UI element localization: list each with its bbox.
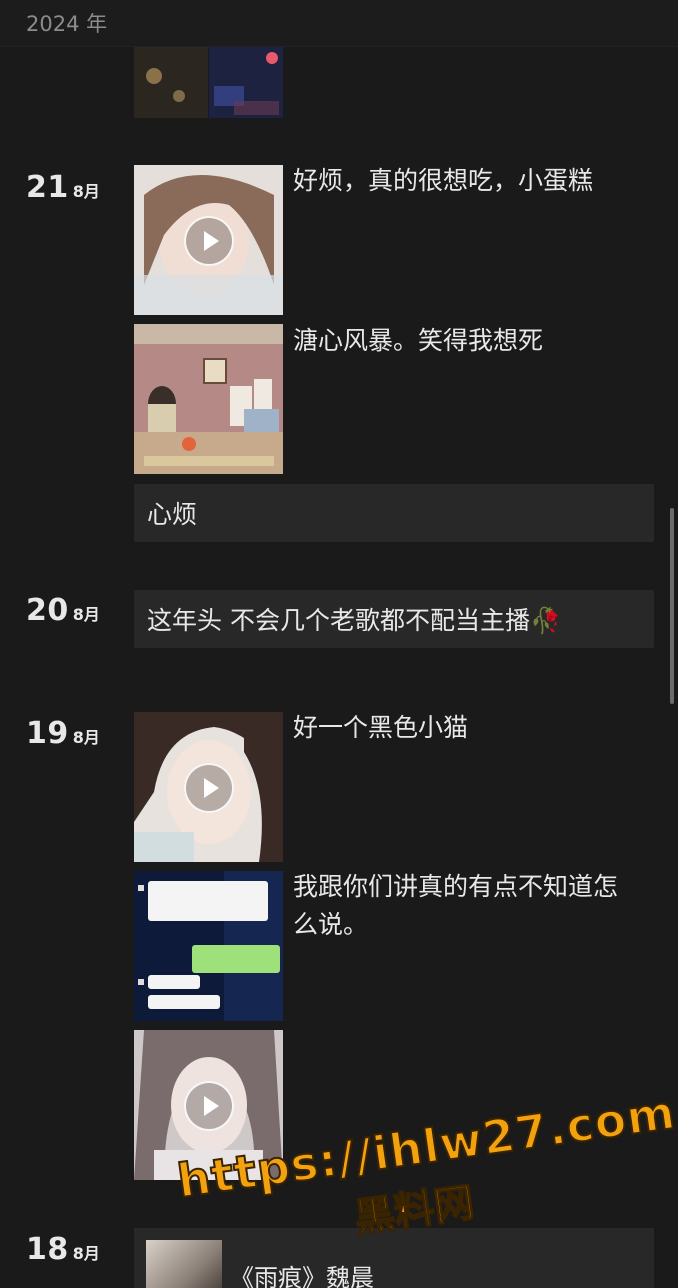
play-icon[interactable]	[184, 216, 234, 266]
text-post-card[interactable]: 心烦	[134, 484, 654, 542]
chat-screenshot-image	[134, 871, 283, 1021]
post-text[interactable]: 溏心风暴。笑得我想死	[293, 322, 653, 360]
post-text[interactable]: 我跟你们讲真的有点不知道怎么说。	[293, 868, 633, 944]
video-thumbnail[interactable]	[134, 712, 283, 862]
date-month: 8月	[72, 1244, 100, 1263]
post-text[interactable]: 好烦，真的很想吃，小蛋糕	[293, 162, 653, 200]
date-month: 8月	[72, 605, 100, 624]
date-day: 18	[26, 1232, 69, 1267]
date-label: 19 8月	[26, 716, 100, 751]
date-label: 20 8月	[26, 593, 100, 628]
video-thumbnail[interactable]	[134, 165, 283, 315]
night-street-photo	[134, 46, 283, 118]
tv-scene-photo	[134, 324, 283, 474]
song-title: 《雨痕》魏晨	[230, 1264, 374, 1288]
date-day: 20	[26, 593, 69, 628]
photo-thumbnail[interactable]	[134, 324, 283, 474]
text-post-card[interactable]: 这年头 不会几个老歌都不配当主播🥀	[134, 590, 654, 648]
photo-thumbnail[interactable]	[134, 46, 283, 118]
date-day: 19	[26, 716, 69, 751]
year-label: 2024 年	[26, 12, 108, 36]
play-icon[interactable]	[184, 763, 234, 813]
date-month: 8月	[72, 182, 100, 201]
post-text: 心烦	[147, 500, 198, 529]
year-header: 2024 年	[0, 0, 678, 47]
date-label: 18 8月	[26, 1232, 100, 1267]
date-label: 21 8月	[26, 170, 100, 205]
date-month: 8月	[72, 728, 100, 747]
chat-screenshot-thumbnail[interactable]	[134, 871, 283, 1021]
date-day: 21	[26, 170, 69, 205]
post-text: 这年头 不会几个老歌都不配当主播🥀	[147, 606, 562, 635]
post-text[interactable]: 好一个黑色小猫	[293, 709, 653, 747]
scrollbar[interactable]	[670, 508, 674, 704]
